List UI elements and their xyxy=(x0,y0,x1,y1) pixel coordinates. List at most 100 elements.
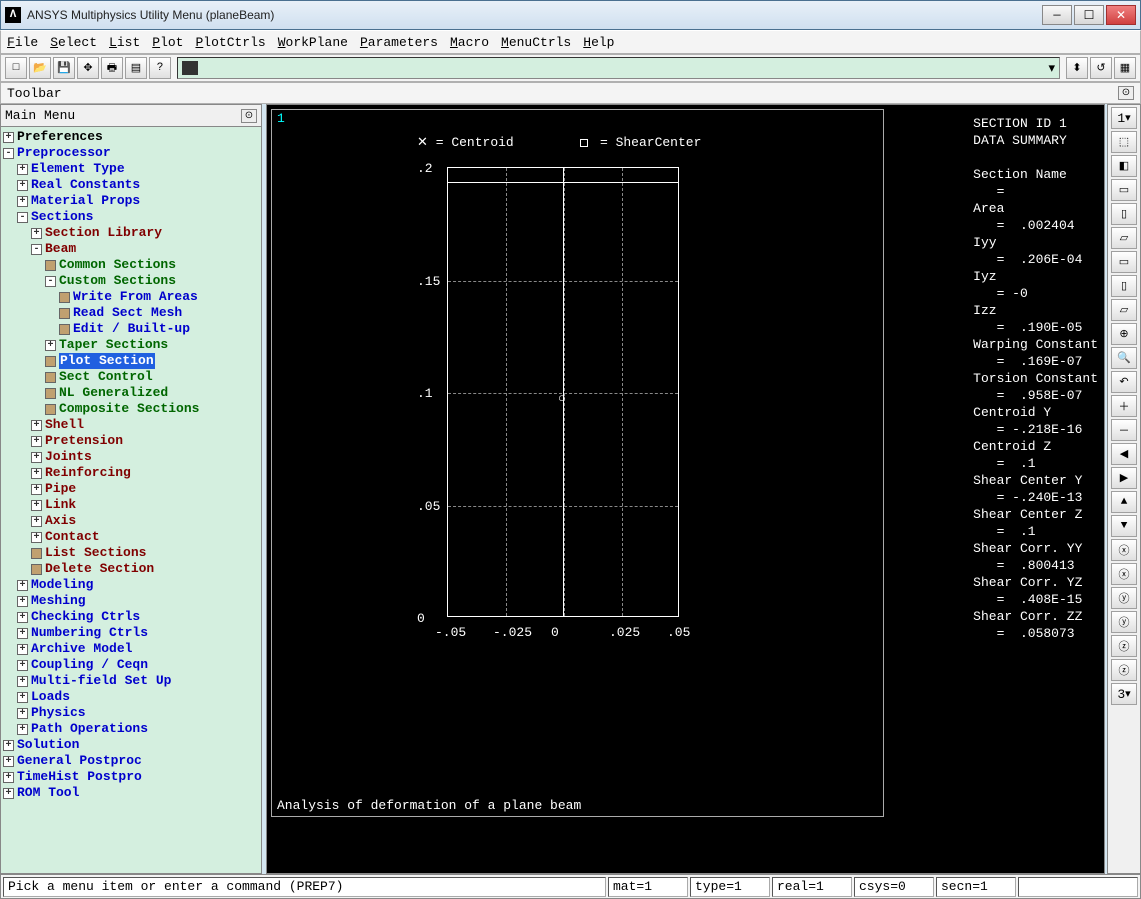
tree-item[interactable]: +Pretension xyxy=(3,433,259,449)
tree-item[interactable]: +Coupling / Ceqn xyxy=(3,657,259,673)
rotate-z-icon[interactable]: ⓩ xyxy=(1111,635,1137,657)
pan-right-icon[interactable]: ▶ xyxy=(1111,467,1137,489)
bottom-view-icon[interactable]: ▱ xyxy=(1111,299,1137,321)
tree-item[interactable]: +Shell xyxy=(3,417,259,433)
rotate-x-icon[interactable]: ⓧ xyxy=(1111,539,1137,561)
tree-item[interactable]: Sect Control xyxy=(3,369,259,385)
zoom-fit-icon[interactable]: ⊕ xyxy=(1111,323,1137,345)
tree-item[interactable]: +Numbering Ctrls xyxy=(3,625,259,641)
left-view-icon[interactable]: ▯ xyxy=(1111,275,1137,297)
tree-item[interactable]: Write From Areas xyxy=(3,289,259,305)
tree-item[interactable]: +General Postproc xyxy=(3,753,259,769)
tree-item[interactable]: +Contact xyxy=(3,529,259,545)
help-icon[interactable]: ? xyxy=(149,57,171,79)
standard-toolbar: □ 📂 💾 ✥ 🖶 ▤ ? ▾ ⬍ ↺ ▦ xyxy=(0,54,1141,82)
y-tick: 0 xyxy=(417,611,425,626)
tree-item[interactable]: -Beam xyxy=(3,241,259,257)
tree-item[interactable]: +Meshing xyxy=(3,593,259,609)
minimize-button[interactable]: — xyxy=(1042,5,1072,25)
pan-icon[interactable]: ✥ xyxy=(77,57,99,79)
menu-plotctrls[interactable]: PlotCtrls xyxy=(195,35,265,50)
tree-item[interactable]: +Archive Model xyxy=(3,641,259,657)
tree-item[interactable]: -Sections xyxy=(3,209,259,225)
menu-select[interactable]: Select xyxy=(50,35,97,50)
menu-plot[interactable]: Plot xyxy=(152,35,183,50)
tree-item[interactable]: Read Sect Mesh xyxy=(3,305,259,321)
back-view-icon[interactable]: ▭ xyxy=(1111,251,1137,273)
command-field[interactable] xyxy=(202,61,1044,76)
tree-item[interactable]: +Multi-field Set Up xyxy=(3,673,259,689)
tree-item[interactable]: +TimeHist Postpro xyxy=(3,769,259,785)
menu-menuctrls[interactable]: MenuCtrls xyxy=(501,35,571,50)
tree-item[interactable]: +Physics xyxy=(3,705,259,721)
pan-left-icon[interactable]: ◀ xyxy=(1111,443,1137,465)
tree-item[interactable]: +Material Props xyxy=(3,193,259,209)
pan-down-icon[interactable]: ▼ xyxy=(1111,515,1137,537)
menu-list[interactable]: List xyxy=(109,35,140,50)
top-view-icon[interactable]: ▱ xyxy=(1111,227,1137,249)
menu-parameters[interactable]: Parameters xyxy=(360,35,438,50)
right-view-icon[interactable]: ▯ xyxy=(1111,203,1137,225)
reset-icon[interactable]: ↺ xyxy=(1090,57,1112,79)
report-icon[interactable]: ▤ xyxy=(125,57,147,79)
oblique-view-icon[interactable]: ◧ xyxy=(1111,155,1137,177)
tree-item[interactable]: +Path Operations xyxy=(3,721,259,737)
rotate-ny-icon[interactable]: ⓨ xyxy=(1111,611,1137,633)
print-icon[interactable]: 🖶 xyxy=(101,57,123,79)
menu-help[interactable]: Help xyxy=(583,35,614,50)
tree-item[interactable]: +Checking Ctrls xyxy=(3,609,259,625)
menu-workplane[interactable]: WorkPlane xyxy=(278,35,348,50)
window-select[interactable]: 1▾ xyxy=(1111,107,1137,129)
rotate-y-icon[interactable]: ⓨ xyxy=(1111,587,1137,609)
zoom-back-icon[interactable]: ↶ xyxy=(1111,371,1137,393)
pan-up-icon[interactable]: ▲ xyxy=(1111,491,1137,513)
close-button[interactable]: ✕ xyxy=(1106,5,1136,25)
tree-item[interactable]: Plot Section xyxy=(3,353,259,369)
rotate-nx-icon[interactable]: ⓧ xyxy=(1111,563,1137,585)
tree-item[interactable]: +Loads xyxy=(3,689,259,705)
tree-item[interactable]: +Taper Sections xyxy=(3,337,259,353)
maximize-button[interactable]: ☐ xyxy=(1074,5,1104,25)
iso-view-icon[interactable]: ⬚ xyxy=(1111,131,1137,153)
menu-macro[interactable]: Macro xyxy=(450,35,489,50)
contact-icon[interactable]: ▦ xyxy=(1114,57,1136,79)
tree-item[interactable]: List Sections xyxy=(3,545,259,561)
tree-item[interactable]: +Element Type xyxy=(3,161,259,177)
tree-item[interactable]: +Pipe xyxy=(3,481,259,497)
tree-item[interactable]: Edit / Built-up xyxy=(3,321,259,337)
new-icon[interactable]: □ xyxy=(5,57,27,79)
tree-item[interactable]: +Preferences xyxy=(3,129,259,145)
menu-file[interactable]: File xyxy=(7,35,38,50)
command-input[interactable]: ▾ xyxy=(177,57,1060,79)
tree-item[interactable]: Composite Sections xyxy=(3,401,259,417)
tree-item[interactable]: +ROM Tool xyxy=(3,785,259,801)
tree-item[interactable]: +Modeling xyxy=(3,577,259,593)
zoom-box-icon[interactable]: 🔍 xyxy=(1111,347,1137,369)
rotate-nz-icon[interactable]: ⓩ xyxy=(1111,659,1137,681)
collapse-icon[interactable]: ⊙ xyxy=(1118,86,1134,100)
raise-icon[interactable]: ⬍ xyxy=(1066,57,1088,79)
tree-item[interactable]: Delete Section xyxy=(3,561,259,577)
save-icon[interactable]: 💾 xyxy=(53,57,75,79)
sidebar-collapse-icon[interactable]: ⊙ xyxy=(241,109,257,123)
tree-item[interactable]: +Solution xyxy=(3,737,259,753)
tree-item[interactable]: +Section Library xyxy=(3,225,259,241)
front-view-icon[interactable]: ▭ xyxy=(1111,179,1137,201)
tree-item[interactable]: -Preprocessor xyxy=(3,145,259,161)
tree-item[interactable]: Common Sections xyxy=(3,257,259,273)
zoom-in-icon[interactable]: ＋ xyxy=(1111,395,1137,417)
tree-item[interactable]: +Real Constants xyxy=(3,177,259,193)
open-icon[interactable]: 📂 xyxy=(29,57,51,79)
tree-item[interactable]: -Custom Sections xyxy=(3,273,259,289)
tree-item[interactable]: NL Generalized xyxy=(3,385,259,401)
tree[interactable]: +Preferences-Preprocessor+Element Type+R… xyxy=(1,127,261,873)
tree-item[interactable]: +Reinforcing xyxy=(3,465,259,481)
dropdown-icon[interactable]: ▾ xyxy=(1048,61,1055,76)
main-menu-header: Main Menu ⊙ xyxy=(1,105,261,127)
tree-item[interactable]: +Joints xyxy=(3,449,259,465)
zoom-out-icon[interactable]: － xyxy=(1111,419,1137,441)
rate-select[interactable]: 3▾ xyxy=(1111,683,1137,705)
tree-item[interactable]: +Axis xyxy=(3,513,259,529)
tree-item[interactable]: +Link xyxy=(3,497,259,513)
graphics-window[interactable]: 1 ✕ = Centroid = ShearCenter ○ Analysis … xyxy=(266,104,1105,874)
